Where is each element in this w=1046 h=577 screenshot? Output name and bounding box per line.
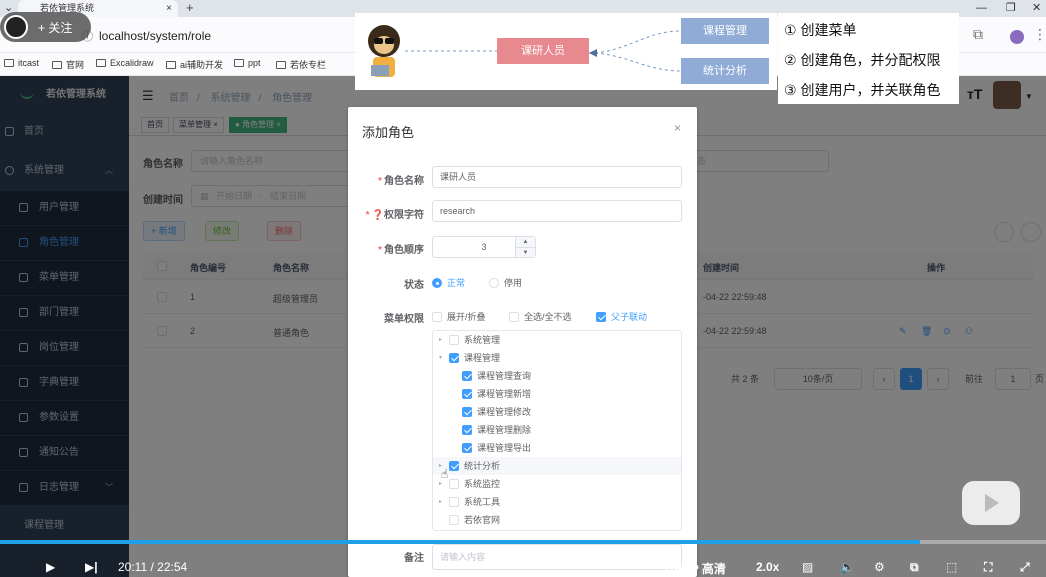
menu-node-stats: 统计分析: [681, 58, 769, 84]
next-icon[interactable]: ▶|: [85, 560, 98, 574]
profile-avatar[interactable]: [1010, 30, 1024, 44]
question-icon: ❓: [371, 210, 384, 221]
tree-node-course[interactable]: ▾ 课程管理: [433, 349, 681, 367]
danmaku-off-icon[interactable]: ▨: [802, 560, 813, 574]
quality-button[interactable]: 1080P 高清: [664, 560, 726, 577]
tree-node-course-add[interactable]: 课程管理新增: [433, 385, 681, 403]
time-display: 20:11 / 22:54: [118, 560, 188, 574]
permission-label: * ❓权限字符: [365, 210, 424, 221]
play-icon[interactable]: ▶: [46, 560, 55, 574]
follow-button[interactable]: + 关注: [38, 19, 72, 36]
bookmark-ai-dev[interactable]: ai辅助开发: [166, 58, 223, 71]
uploader-avatar[interactable]: [4, 15, 28, 39]
bookmark-ruoyi[interactable]: 若依专栏: [276, 58, 326, 71]
folder-icon: [4, 59, 14, 67]
status-label: 状态: [404, 280, 424, 291]
webfullscreen-icon[interactable]: ⛶: [984, 560, 992, 575]
progress-fill: [0, 540, 921, 544]
minimize-icon[interactable]: —: [976, 0, 987, 17]
tree-node-course-query[interactable]: 课程管理查询: [433, 367, 681, 385]
tree-node-course-delete[interactable]: 课程管理删除: [433, 421, 681, 439]
role-order-label: * 角色顺序: [378, 245, 424, 256]
restore-icon[interactable]: ❐: [1006, 0, 1016, 17]
tree-node-monitor[interactable]: ▸ 系统监控: [433, 475, 681, 493]
player-controls: ▶ ▶| 20:11 / 22:54 1080P 高清 2.0x ▨ 🔈 ⚙ ⧉…: [0, 556, 1046, 577]
folder-icon: [276, 61, 286, 69]
bookmark-excalidraw[interactable]: Excalidraw: [96, 58, 154, 68]
settings-icon[interactable]: ⚙: [874, 560, 885, 574]
menu-permission-tree: ▸ 系统管理 ▾ 课程管理 课程管理查询 课程管理新增 课程管理修改 课程管理删除 …: [432, 330, 682, 531]
bookmark-ppt[interactable]: ppt: [234, 58, 261, 68]
video-platform-logo: [962, 481, 1020, 525]
fullscreen-icon[interactable]: ⤢: [1020, 560, 1030, 575]
status-radio-disabled[interactable]: 停用: [489, 276, 522, 289]
menu-permission-label: 菜单权限: [384, 314, 424, 325]
window-close-icon[interactable]: ✕: [1032, 0, 1041, 17]
increase-icon[interactable]: ▲: [515, 237, 535, 247]
menu-node-course: 课程管理: [681, 18, 769, 44]
speed-button[interactable]: 2.0x: [756, 560, 779, 574]
parent-child-link-checkbox[interactable]: 父子联动: [596, 310, 647, 323]
bookmark-official[interactable]: 官网: [52, 58, 84, 71]
decrease-icon[interactable]: ▼: [515, 247, 535, 257]
bookmark-itcast[interactable]: itcast: [4, 58, 39, 68]
role-name-label: * 角色名称: [378, 176, 424, 187]
role-order-stepper[interactable]: 3 ▲ ▼: [432, 236, 536, 258]
role-node: 课研人员: [497, 38, 589, 64]
new-tab-icon[interactable]: +: [186, 0, 194, 16]
excalidraw-icon: [96, 59, 106, 67]
video-progress-bar[interactable]: [0, 540, 1046, 544]
close-icon[interactable]: ×: [674, 121, 681, 135]
step-3: ③ 创建用户，并关联角色: [784, 82, 941, 98]
widescreen-icon[interactable]: ⬚: [946, 560, 957, 574]
uploader-badge[interactable]: + 关注: [0, 12, 91, 42]
pip-icon[interactable]: ⧉: [910, 560, 919, 575]
role-name-field[interactable]: 课研人员: [432, 166, 682, 188]
select-all-checkbox[interactable]: 全选/全不选: [509, 310, 572, 323]
tree-node-system[interactable]: ▸ 系统管理: [433, 331, 681, 349]
tree-node-ruoyi-site[interactable]: 若依官网: [433, 511, 681, 529]
folder-icon: [234, 59, 244, 67]
tree-node-stats[interactable]: ▸ 统计分析: [433, 457, 681, 475]
extensions-icon[interactable]: ⧉: [973, 26, 983, 43]
close-icon[interactable]: ×: [166, 0, 172, 17]
volume-icon[interactable]: 🔈: [840, 560, 855, 574]
expand-collapse-checkbox[interactable]: 展开/折叠: [432, 310, 486, 323]
step-2: ② 创建角色，并分配权限: [784, 52, 941, 68]
step-1: ① 创建菜单: [784, 22, 857, 38]
steps-annotation: ① 创建菜单 ② 创建角色，并分配权限 ③ 创建用户，并关联角色: [778, 13, 959, 104]
tree-node-course-edit[interactable]: 课程管理修改: [433, 403, 681, 421]
page-icon: [52, 61, 62, 69]
add-role-dialog: 添加角色 × * 角色名称 课研人员 * ❓权限字符 research * 角色顺序 …: [348, 107, 697, 577]
tree-node-tools[interactable]: ▸ 系统工具: [433, 493, 681, 511]
status-radio-normal[interactable]: 正常: [432, 276, 465, 289]
menu-dots-icon[interactable]: ⋮: [1033, 26, 1046, 43]
annotation-diagram: 课研人员 课程管理 统计分析: [355, 13, 777, 90]
tree-node-course-export[interactable]: 课程管理导出: [433, 439, 681, 457]
mouse-cursor-icon: ☝: [441, 467, 449, 481]
permission-key-field[interactable]: research: [432, 200, 682, 222]
url-input[interactable]: localhost/system/role: [99, 29, 211, 43]
page-icon: [166, 61, 176, 69]
dialog-title: 添加角色: [362, 125, 415, 140]
